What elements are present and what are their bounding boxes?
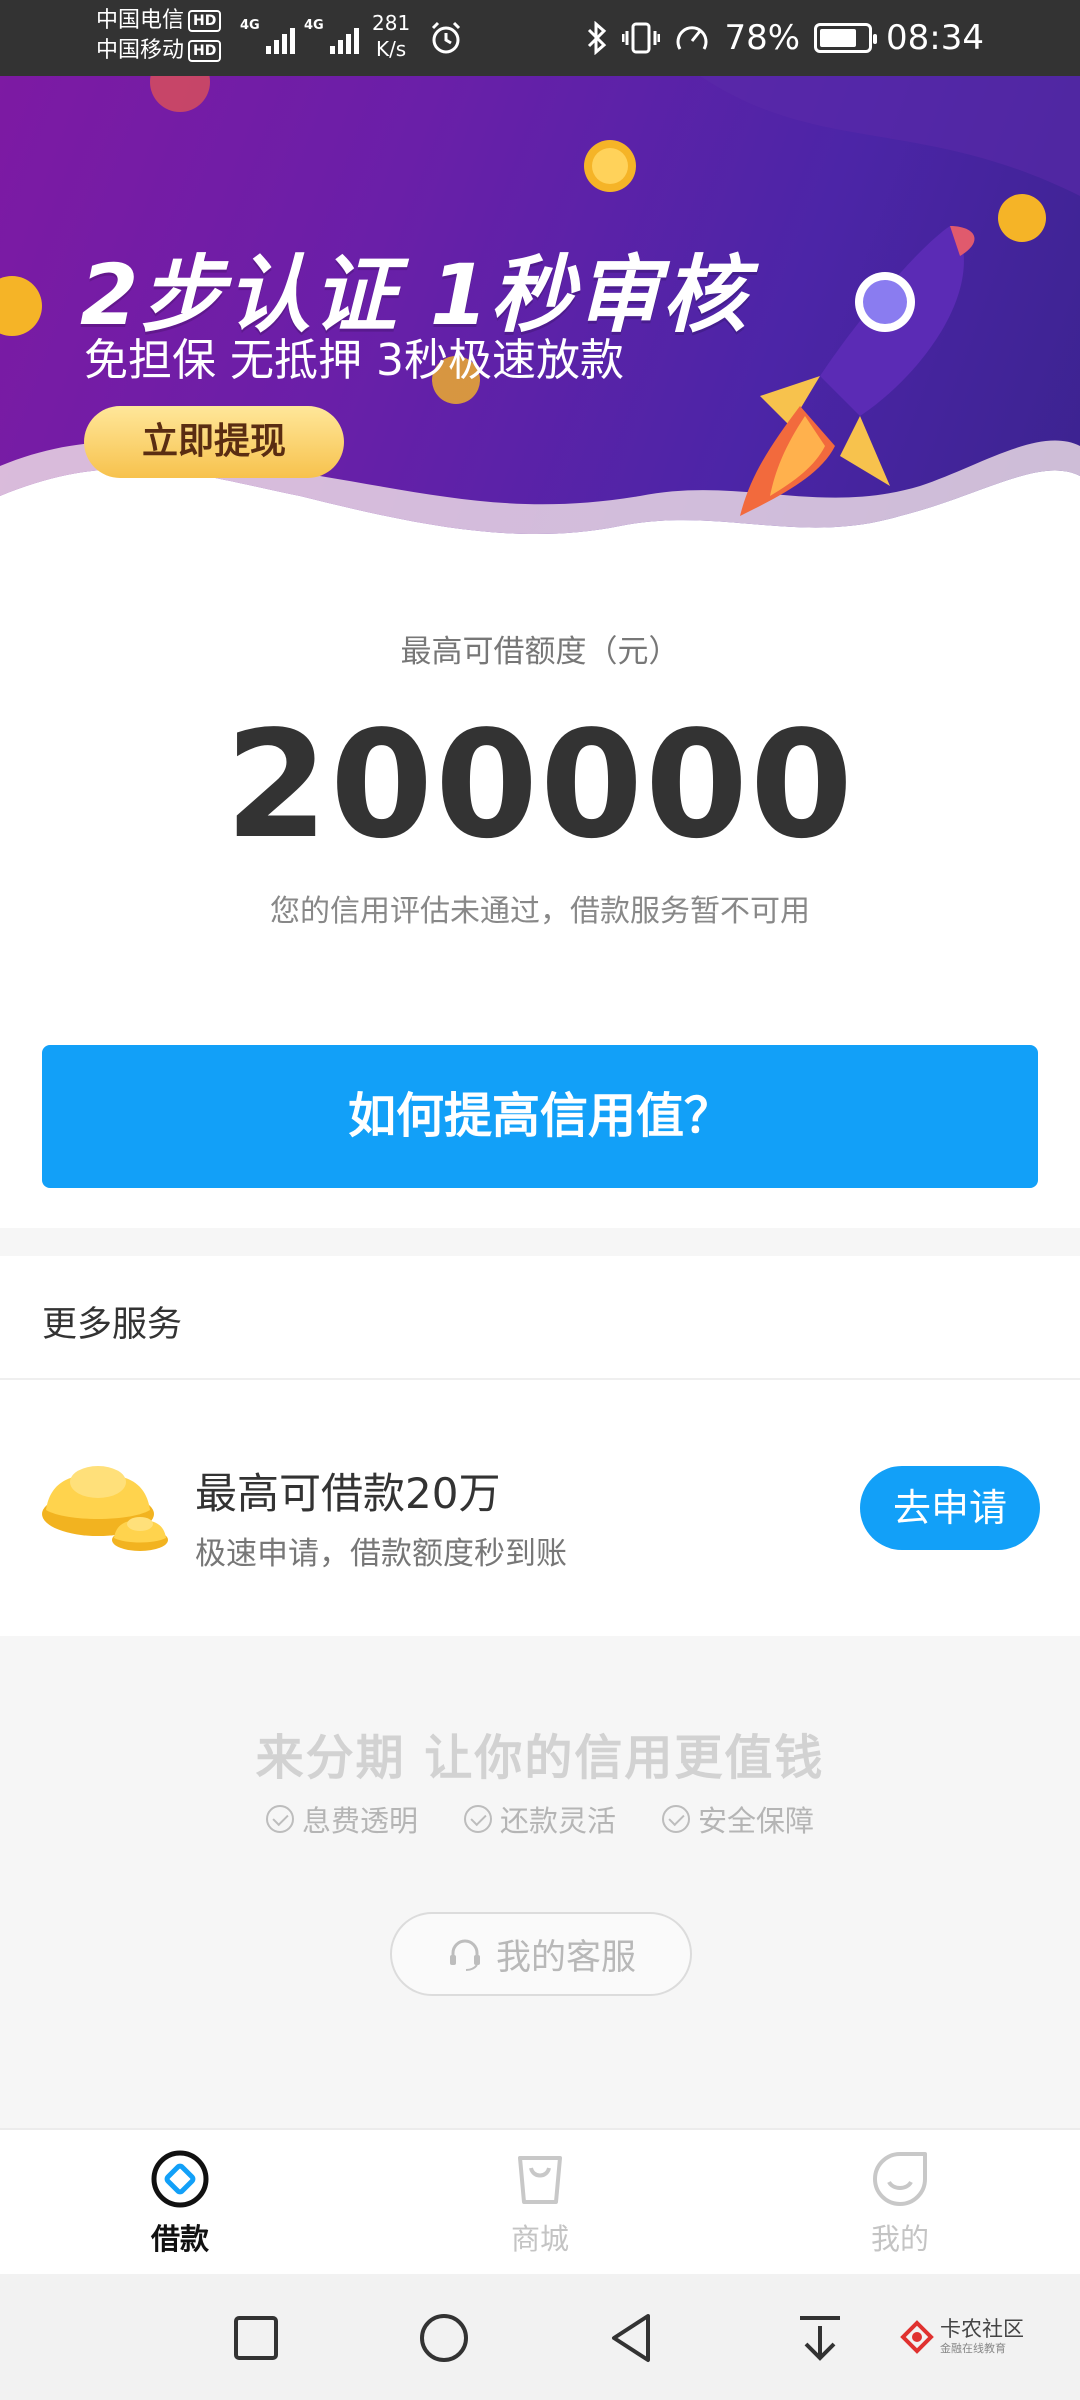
service-description: 极速申请，借款额度秒到账: [195, 1536, 567, 1572]
service-item[interactable]: 最高可借款20万 极速申请，借款额度秒到账 去申请: [0, 1380, 1080, 1636]
check-circle-icon: [265, 1805, 294, 1833]
feature-item: 还款灵活: [463, 1798, 616, 1840]
withdraw-now-button[interactable]: 立即提现: [84, 406, 344, 478]
vibrate-icon: [622, 22, 661, 54]
battery-icon: [814, 23, 878, 53]
recent-apps-icon[interactable]: [228, 2310, 284, 2366]
tab-label: 商城: [510, 2222, 569, 2256]
tab-mall[interactable]: 商城: [440, 2150, 640, 2258]
watermark-subtext: 金融在线教育: [940, 2342, 1006, 2355]
feature-item: 息费透明: [265, 1798, 418, 1840]
system-nav-bar: 卡农社区 金融在线教育: [0, 2274, 1080, 2400]
network-type: 4G: [240, 18, 260, 33]
service-title: 最高可借款20万: [195, 1469, 501, 1518]
clock: 08:34: [886, 18, 984, 58]
customer-service-label: 我的客服: [495, 1937, 636, 1978]
bluetooth-icon: [588, 21, 607, 55]
status-bar: 中国电信 HD 中国移动 HD 4G 4G 281 K/s 78% 08:34: [0, 0, 1080, 76]
profile-face-icon: [873, 2152, 927, 2206]
tab-label: 借款: [150, 2222, 209, 2256]
credit-limit-amount: 200000: [225, 699, 855, 871]
carrier-1: 中国电信: [96, 8, 185, 33]
network-type: 4G: [304, 18, 324, 33]
loan-icon: [151, 2150, 209, 2208]
watermark: 卡农社区 金融在线教育: [900, 2318, 1024, 2356]
coin-icon: [0, 276, 42, 336]
tab-profile[interactable]: 我的: [800, 2150, 1000, 2258]
check-circle-icon: [463, 1805, 492, 1833]
kanong-logo-icon: [900, 2320, 934, 2354]
check-circle-icon: [662, 1805, 690, 1833]
data-saver-icon: [677, 26, 708, 50]
customer-service-button[interactable]: 我的客服: [390, 1912, 692, 1996]
apply-button[interactable]: 去申请: [860, 1466, 1040, 1550]
home-icon[interactable]: [416, 2310, 472, 2366]
bottom-tab-bar: 借款 商城 我的: [0, 2128, 1080, 2274]
coin-icon: [998, 194, 1046, 242]
promo-footer: 来分期 让你的信用更值钱 息费透明 还款灵活 安全保障 我的客服: [0, 1636, 1080, 2128]
watermark-text: 卡农社区: [940, 2317, 1024, 2341]
tab-loan[interactable]: 借款: [80, 2150, 280, 2258]
network-speed: 281 K/s: [372, 11, 411, 61]
carrier-info: 中国电信 HD 中国移动 HD: [96, 6, 222, 66]
rocket-icon: [740, 226, 975, 516]
alarm-icon: [431, 21, 461, 54]
signal-icon: 4G: [304, 18, 359, 54]
carrier-2: 中国移动: [96, 38, 185, 63]
headset-icon: [449, 1939, 480, 1971]
notification-pulldown-icon[interactable]: [792, 2310, 848, 2366]
battery-fill: [820, 29, 856, 47]
promo-slogan: 来分期 让你的信用更值钱: [255, 1730, 825, 1786]
hd-badge: HD: [188, 40, 222, 62]
back-icon[interactable]: [604, 2310, 660, 2366]
banner-subtitle: 免担保 无抵押 3秒极速放款: [84, 335, 624, 386]
promo-banner[interactable]: 2步认证 1秒审核 免担保 无抵押 3秒极速放款 立即提现: [0, 76, 1080, 546]
feature-item: 安全保障: [662, 1798, 814, 1840]
mall-bag-icon: [518, 2156, 562, 2204]
signal-icon: 4G: [240, 18, 295, 54]
promo-features: 息费透明 还款灵活 安全保障: [0, 1798, 1080, 1840]
section-divider: [0, 1228, 1080, 1256]
credit-status-note: 您的信用评估未通过，借款服务暂不可用: [270, 894, 810, 929]
more-services-header: 更多服务: [42, 1305, 183, 1345]
hd-badge: HD: [188, 10, 222, 32]
credit-limit-label: 最高可借额度（元）: [400, 634, 680, 670]
improve-credit-button[interactable]: 如何提高信用值？: [42, 1045, 1038, 1188]
tab-label: 我的: [870, 2222, 929, 2256]
status-right: 78% 08:34: [586, 14, 984, 62]
gold-ingot-icon: [42, 1466, 168, 1551]
battery-percent: 78%: [724, 18, 801, 58]
